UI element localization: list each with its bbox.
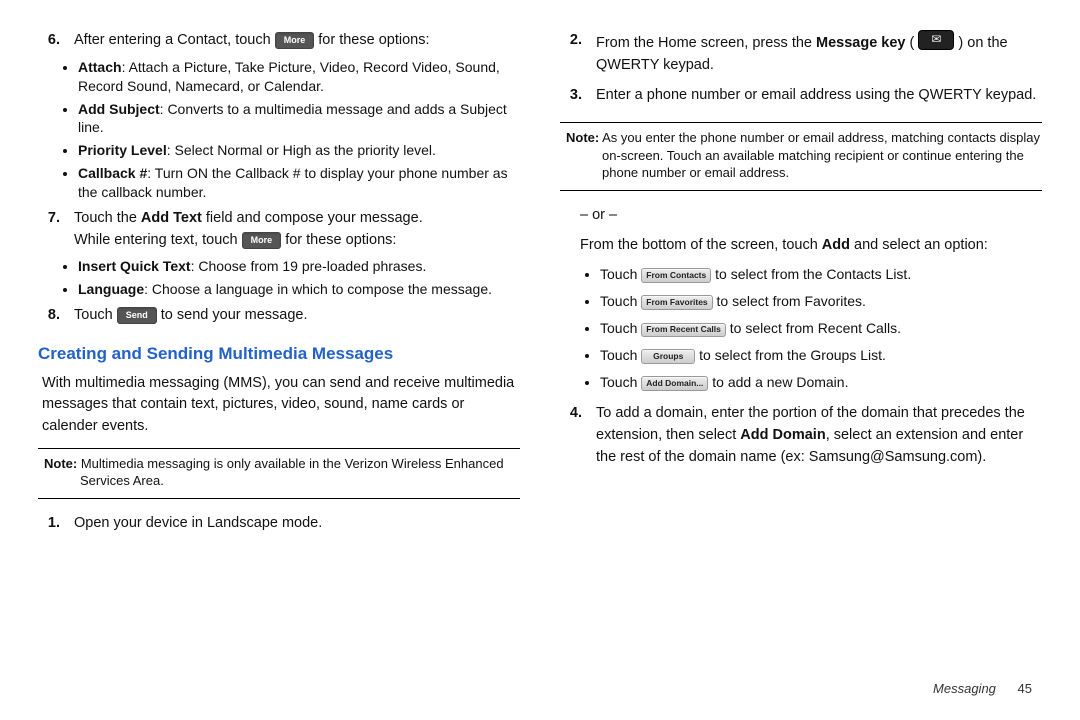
bold-text: Add Text — [141, 210, 202, 226]
list-item: Insert Quick Text: Choose from 19 pre-lo… — [78, 257, 520, 276]
text: Touch — [600, 293, 641, 309]
text: After entering a Contact, touch — [74, 32, 275, 48]
bullet-label: Language — [78, 281, 144, 297]
text: Touch — [600, 374, 641, 390]
step-1: 1. Open your device in Landscape mode. — [38, 513, 520, 535]
from-favorites-button-icon: From Favorites — [641, 295, 712, 310]
step-7-bullets: Insert Quick Text: Choose from 19 pre-lo… — [38, 257, 520, 299]
list-item: Touch From Favorites to select from Favo… — [600, 291, 1042, 312]
step-2: 2. From the Home screen, press the Messa… — [560, 30, 1042, 77]
text: to select from the Groups List. — [695, 347, 886, 363]
step-number: 8. — [38, 305, 64, 327]
right-column: 2. From the Home screen, press the Messa… — [560, 30, 1042, 541]
from-contacts-button-icon: From Contacts — [641, 268, 711, 283]
list-item: Add Subject: Converts to a multimedia me… — [78, 100, 520, 138]
text: and select an option: — [850, 237, 988, 253]
page-content: 6. After entering a Contact, touch More … — [0, 0, 1080, 561]
note-text: Multimedia messaging is only available i… — [77, 456, 503, 489]
page-footer: Messaging 45 — [933, 679, 1032, 699]
step-body: Touch Send to send your message. — [74, 305, 520, 327]
text: From the Home screen, press the — [596, 35, 816, 51]
text: to select from the Contacts List. — [711, 266, 911, 282]
text: to select from Recent Calls. — [726, 320, 901, 336]
text: From the bottom of the screen, touch — [580, 237, 822, 253]
bullet-label: Insert Quick Text — [78, 258, 191, 274]
touch-options-list: Touch From Contacts to select from the C… — [560, 264, 1042, 393]
step-body: After entering a Contact, touch More for… — [74, 30, 520, 52]
step-6-bullets: Attach: Attach a Picture, Take Picture, … — [38, 58, 520, 202]
bullet-text: : Attach a Picture, Take Picture, Video,… — [78, 59, 500, 94]
or-text: – or – — [580, 205, 1042, 227]
from-recent-calls-button-icon: From Recent Calls — [641, 323, 726, 337]
more-button-icon: More — [242, 232, 282, 249]
bullet-label: Add Subject — [78, 101, 160, 117]
bullet-label: Attach — [78, 59, 122, 75]
text: Touch — [600, 347, 641, 363]
message-key-icon — [918, 30, 954, 50]
text: Touch — [600, 266, 641, 282]
footer-section: Messaging — [933, 681, 996, 696]
bullet-label: Priority Level — [78, 142, 167, 158]
text: to add a new Domain. — [708, 374, 848, 390]
step-body: Touch the Add Text field and compose you… — [74, 208, 520, 252]
step-7: 7. Touch the Add Text field and compose … — [38, 208, 520, 252]
step-number: 4. — [560, 403, 586, 468]
text: for these options: — [318, 32, 429, 48]
step-number: 3. — [560, 85, 586, 107]
step-8: 8. Touch Send to send your message. — [38, 305, 520, 327]
list-item: Attach: Attach a Picture, Take Picture, … — [78, 58, 520, 96]
send-button-icon: Send — [117, 307, 157, 324]
step-6: 6. After entering a Contact, touch More … — [38, 30, 520, 52]
step-body: To add a domain, enter the portion of th… — [596, 403, 1042, 468]
note-box: Note: Multimedia messaging is only avail… — [38, 448, 520, 499]
add-domain-button-icon: Add Domain... — [641, 376, 708, 391]
bullet-text: : Select Normal or High as the priority … — [167, 142, 436, 158]
bullet-text: : Choose from 19 pre-loaded phrases. — [191, 258, 427, 274]
bullet-text: : Choose a language in which to compose … — [144, 281, 492, 297]
more-button-icon: More — [275, 32, 315, 49]
step-body: From the Home screen, press the Message … — [596, 30, 1042, 77]
bold-text: Add — [822, 237, 850, 253]
or-paragraph: From the bottom of the screen, touch Add… — [580, 235, 1042, 257]
note-box: Note: As you enter the phone number or e… — [560, 122, 1042, 191]
list-item: Touch Groups to select from the Groups L… — [600, 345, 1042, 366]
step-3: 3. Enter a phone number or email address… — [560, 85, 1042, 107]
list-item: Touch From Recent Calls to select from R… — [600, 318, 1042, 339]
text: field and compose your message. — [202, 210, 423, 226]
step-number: 7. — [38, 208, 64, 252]
bullet-label: Callback # — [78, 165, 147, 181]
text: for these options: — [285, 232, 396, 248]
step-body: Enter a phone number or email address us… — [596, 85, 1042, 107]
note-label: Note: — [566, 130, 599, 145]
text: While entering text, touch — [74, 232, 242, 248]
step-number: 1. — [38, 513, 64, 535]
list-item: Callback #: Turn ON the Callback # to di… — [78, 164, 520, 202]
section-heading: Creating and Sending Multimedia Messages — [38, 341, 520, 367]
note-label: Note: — [44, 456, 77, 471]
left-column: 6. After entering a Contact, touch More … — [38, 30, 520, 541]
list-item: Touch From Contacts to select from the C… — [600, 264, 1042, 285]
step-4: 4. To add a domain, enter the portion of… — [560, 403, 1042, 468]
footer-page-number: 45 — [1018, 681, 1032, 696]
step-number: 2. — [560, 30, 586, 77]
list-item: Touch Add Domain... to add a new Domain. — [600, 372, 1042, 393]
note-text: As you enter the phone number or email a… — [599, 130, 1040, 180]
text: to select from Favorites. — [713, 293, 866, 309]
bold-text: Add Domain — [740, 427, 825, 443]
text: ( — [905, 35, 918, 51]
text: Touch — [600, 320, 641, 336]
text: Touch — [74, 307, 117, 323]
step-body: Open your device in Landscape mode. — [74, 513, 520, 535]
step-number: 6. — [38, 30, 64, 52]
bold-text: Message key — [816, 35, 905, 51]
list-item: Priority Level: Select Normal or High as… — [78, 141, 520, 160]
list-item: Language: Choose a language in which to … — [78, 280, 520, 299]
section-paragraph: With multimedia messaging (MMS), you can… — [42, 373, 520, 438]
text: to send your message. — [161, 307, 308, 323]
groups-button-icon: Groups — [641, 349, 695, 364]
text: Touch the — [74, 210, 141, 226]
